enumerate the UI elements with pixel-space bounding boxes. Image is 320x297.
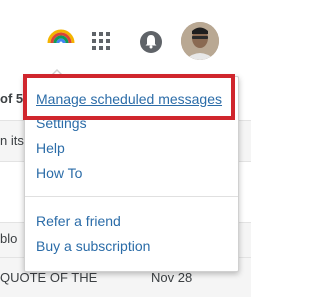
menu-item-buy-subscription[interactable]: Buy a subscription: [36, 238, 150, 254]
top-bar: [0, 0, 251, 81]
menu-item-refer-friend[interactable]: Refer a friend: [36, 213, 121, 229]
row-text: QUOTE OF THE: [0, 270, 98, 285]
menu-item-help[interactable]: Help: [36, 140, 65, 156]
rainbow-logo-icon[interactable]: [46, 29, 76, 45]
row-text: of 5: [0, 91, 24, 106]
highlight-annotation-box: [23, 74, 235, 120]
apps-grid-icon[interactable]: [92, 32, 110, 50]
row-date: Nov 28: [151, 270, 193, 285]
notification-bell-icon[interactable]: [140, 31, 162, 53]
page: of 5 n its blo QUOTE OF THE Nov 28 Manag…: [0, 0, 251, 297]
row-text: blo: [0, 231, 18, 246]
user-avatar[interactable]: [181, 22, 219, 60]
menu-divider: [25, 196, 238, 197]
menu-item-how-to[interactable]: How To: [36, 165, 82, 181]
row-text: n its: [0, 133, 24, 148]
